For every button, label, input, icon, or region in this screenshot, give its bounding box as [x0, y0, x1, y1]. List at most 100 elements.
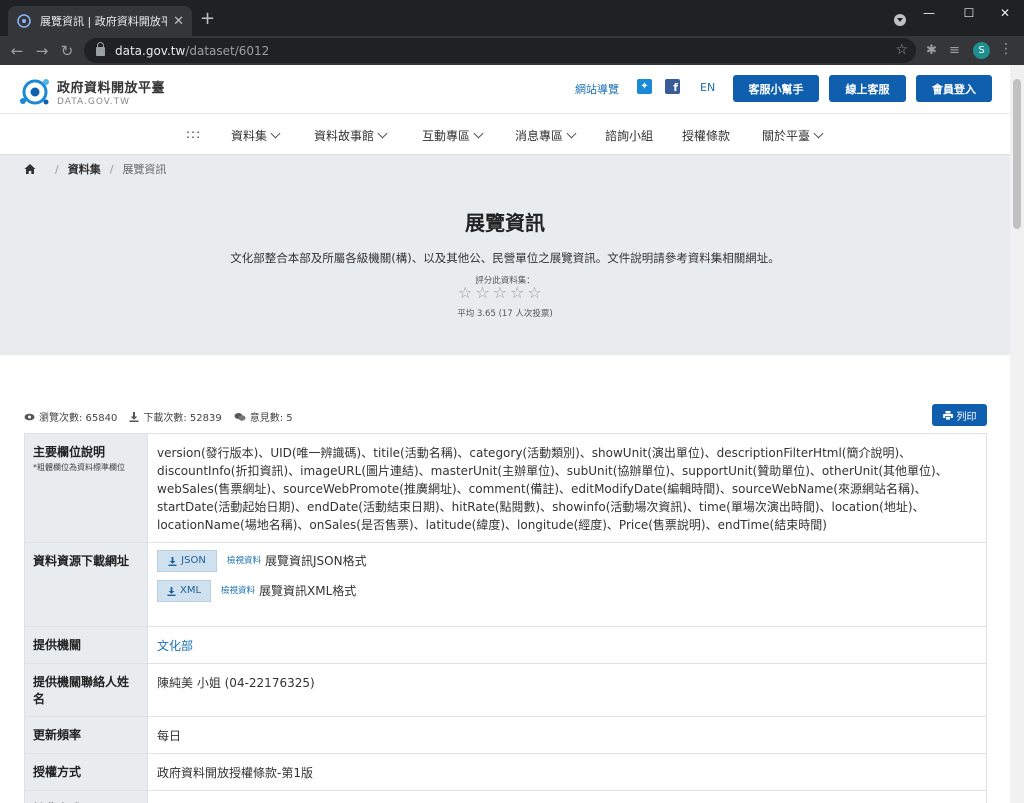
menu-dots-icon[interactable]: ⋮ [999, 41, 1013, 57]
xml-download-button[interactable]: XML [157, 580, 211, 602]
browser-tab[interactable]: 展覽資訊 | 政府資料開放平臺 ✕ [8, 6, 192, 36]
comments-icon [234, 412, 246, 421]
nav-item-advisory[interactable]: 諮詢小組 [605, 127, 653, 144]
download-label: 資料資源下載網址 [24, 542, 148, 627]
star-icon[interactable]: ☆ [475, 285, 489, 301]
breadcrumb-separator: / [109, 162, 114, 176]
nav-label: 互動專區 [422, 129, 471, 143]
home-icon[interactable] [24, 163, 36, 175]
extensions-icon[interactable]: ✱ [926, 43, 937, 58]
online-service-button[interactable]: 線上客服 [829, 75, 906, 102]
logo-text[interactable]: 政府資料開放平臺 DATA.GOV.TW [57, 77, 165, 107]
contact-label: 提供機關聯絡人姓名 [24, 663, 148, 717]
printer-icon [942, 410, 953, 420]
star-icon[interactable]: ☆ [458, 285, 472, 301]
dataset-stats: 瀏覽次數: 65840 下載次數: 52839 意見數: 5 [24, 409, 305, 424]
xml-button-label: XML [179, 585, 202, 596]
star-icon[interactable]: ☆ [895, 42, 908, 58]
hero-section: / 資料集 / 展覽資訊 展覽資訊 文化部整合本部及所屬各級機關(構)、以及其他… [0, 155, 1010, 355]
close-window-icon[interactable]: ✕ [986, 0, 1024, 26]
facebook-icon[interactable]: f [665, 79, 680, 94]
dataset-info-table: 主要欄位說明 *粗體欄位為資料標準欄位 version(發行版本)、UID(唯一… [24, 433, 987, 803]
forward-icon[interactable]: → [31, 40, 53, 62]
rating-stars: ☆ ☆ ☆ ☆ ☆ [458, 285, 542, 301]
download-icon [168, 556, 177, 566]
twitter-icon[interactable]: ✦ [637, 79, 652, 94]
fields-value: version(發行版本)、UID(唯一辨識碼)、titile(活動名稱)、ca… [147, 433, 987, 543]
xml-view-link[interactable]: 檢視資料 [221, 582, 255, 600]
logo-title: 政府資料開放平臺 [57, 81, 166, 96]
site-header: 政府資料開放平臺 DATA.GOV.TW 網站導覽 ✦ f EN 客服小幫手 線… [0, 65, 1010, 113]
print-button[interactable]: 列印 [932, 404, 987, 426]
browser-toolbar: ← → ↻ data.gov.tw/dataset/6012 ☆ ✱ ≡ S ⋮ [0, 36, 1024, 65]
tab-search-icon[interactable] [894, 14, 906, 26]
address-bar[interactable]: data.gov.tw/dataset/6012 ☆ [84, 38, 916, 63]
nav-label: 資料故事館 [314, 129, 375, 143]
chevron-down-icon [270, 128, 281, 139]
plus-icon[interactable]: + [200, 10, 215, 28]
maximize-icon[interactable]: ☐ [950, 0, 988, 26]
views-count: 瀏覽次數: 65840 [39, 413, 118, 424]
nav-item-datasets[interactable]: 資料集 [231, 127, 281, 144]
views-stat: 瀏覽次數: 65840 [24, 409, 117, 424]
comments-count: 意見數: 5 [249, 413, 293, 424]
chevron-down-icon [473, 128, 484, 139]
license-label: 授權方式 [24, 753, 148, 791]
table-row: 主要欄位說明 *粗體欄位為資料標準欄位 version(發行版本)、UID(唯一… [24, 433, 987, 543]
page-title: 展覽資訊 [465, 211, 545, 235]
page-description: 文化部整合本部及所屬各級機關(構)、以及其他公、民營單位之展覽資訊。文件說明請參… [230, 251, 780, 265]
update-value: 每日 [147, 716, 987, 754]
download-value-cell: JSON 檢視資料 展覽資訊JSON格式 XML 檢視資料 展覽資訊XML格式 [147, 542, 987, 627]
breadcrumb-current: 展覽資訊 [122, 163, 167, 176]
nav-item-news[interactable]: 消息專區 [515, 127, 577, 144]
contact-value: 陳純美 小姐 (04-22176325) [147, 663, 987, 717]
star-icon[interactable]: ☆ [510, 285, 524, 301]
json-view-link[interactable]: 檢視資料 [227, 552, 261, 570]
favicon-icon [17, 14, 31, 28]
nav-grid-icon[interactable]: ::: [186, 127, 201, 141]
download-icon [167, 586, 176, 596]
breadcrumb-datasets[interactable]: 資料集 [68, 161, 101, 177]
page-scrollbar[interactable] [1010, 65, 1024, 803]
reading-list-icon[interactable]: ≡ [949, 43, 960, 58]
nav-item-stories[interactable]: 資料故事館 [314, 127, 388, 144]
close-icon[interactable]: ✕ [173, 14, 184, 29]
logo-icon[interactable] [18, 75, 52, 107]
main-nav: ::: 資料集 資料故事館 互動專區 消息專區 諮詢小組 授權條款 關於平臺 [0, 113, 1010, 155]
comments-stat: 意見數: 5 [234, 409, 293, 424]
url-host: data.gov.tw [115, 43, 186, 58]
star-icon[interactable]: ☆ [527, 285, 541, 301]
minimize-icon[interactable]: — [910, 0, 948, 26]
language-link[interactable]: EN [700, 81, 715, 94]
tab-strip: 展覽資訊 | 政府資料開放平臺 ✕ + — ☐ ✕ [0, 0, 1024, 36]
downloads-stat: 下載次數: 52839 [129, 409, 222, 424]
nav-item-about[interactable]: 關於平臺 [762, 127, 824, 144]
star-icon[interactable]: ☆ [493, 285, 507, 301]
json-resource-name: 展覽資訊JSON格式 [265, 554, 367, 568]
agency-link[interactable]: 文化部 [157, 639, 193, 653]
nav-item-license[interactable]: 授權條款 [682, 127, 730, 144]
reload-icon[interactable]: ↻ [56, 40, 78, 62]
login-button[interactable]: 會員登入 [916, 75, 992, 102]
scrollbar-thumb[interactable] [1013, 79, 1021, 229]
page-viewport: 政府資料開放平臺 DATA.GOV.TW 網站導覽 ✦ f EN 客服小幫手 線… [0, 65, 1024, 803]
xml-resource-name: 展覽資訊XML格式 [259, 584, 357, 598]
resource-row-xml: XML 檢視資料 展覽資訊XML格式 [157, 580, 978, 602]
fields-label: 主要欄位說明 [33, 445, 106, 459]
helper-button[interactable]: 客服小幫手 [733, 75, 819, 102]
nav-item-interactive[interactable]: 互動專區 [422, 127, 484, 144]
table-row: 提供機關聯絡人姓名 陳純美 小姐 (04-22176325) [24, 663, 987, 717]
license-value: 政府資料開放授權條款-第1版 [147, 753, 987, 791]
update-label: 更新頻率 [24, 716, 148, 754]
download-icon [129, 411, 139, 422]
json-download-button[interactable]: JSON [157, 550, 217, 572]
profile-avatar[interactable]: S [973, 42, 990, 59]
table-row: 更新頻率 每日 [24, 716, 987, 754]
back-icon[interactable]: ← [6, 40, 28, 62]
nav-label: 消息專區 [515, 129, 564, 143]
sitemap-link[interactable]: 網站導覽 [575, 81, 619, 97]
eye-icon [24, 413, 35, 420]
nav-label: 關於平臺 [762, 129, 811, 143]
page-content: 政府資料開放平臺 DATA.GOV.TW 網站導覽 ✦ f EN 客服小幫手 線… [0, 65, 1010, 803]
fields-note: *粗體欄位為資料標準欄位 [33, 463, 125, 472]
